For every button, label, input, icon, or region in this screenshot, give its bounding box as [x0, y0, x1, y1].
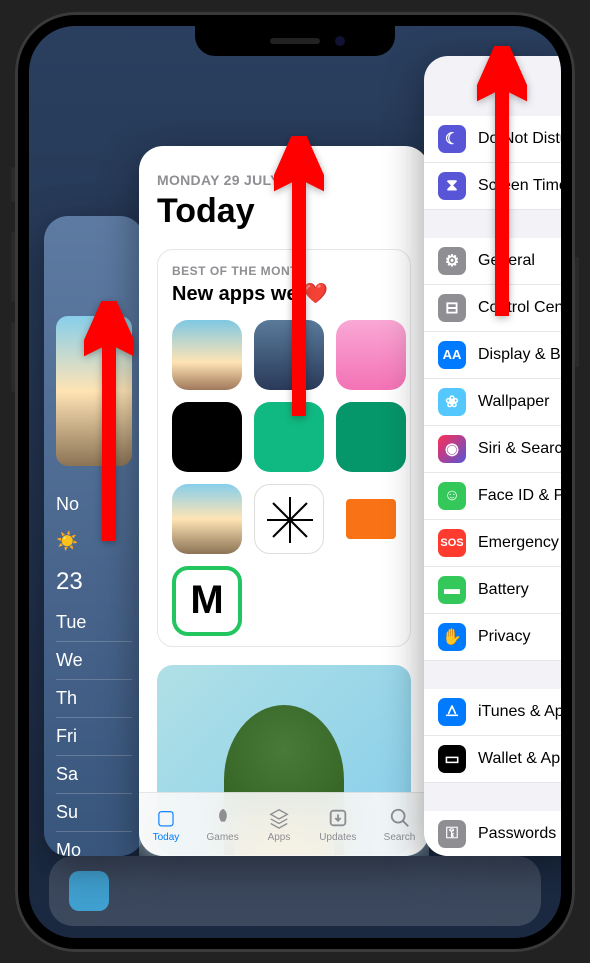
weather-day: Tue — [56, 604, 132, 642]
tab-games[interactable]: Games — [207, 806, 239, 843]
sos-icon: SOS — [438, 529, 466, 557]
settings-row-wallet[interactable]: ▭ Wallet & Apple Pay — [424, 736, 561, 783]
face-icon: ☺ — [438, 482, 466, 510]
download-icon — [325, 806, 351, 830]
app-tile[interactable] — [336, 484, 406, 554]
rocket-icon — [210, 806, 236, 830]
speaker-grille — [270, 38, 320, 44]
app-tile[interactable] — [336, 402, 406, 472]
settings-row-passwords[interactable]: ⚿ Passwords & Accounts — [424, 811, 561, 856]
settings-row-siri[interactable]: ◉ Siri & Search — [424, 426, 561, 473]
volume-up-button — [11, 232, 15, 302]
weather-day: We — [56, 642, 132, 680]
tab-apps[interactable]: Apps — [266, 806, 292, 843]
silence-switch — [11, 167, 15, 202]
text-size-icon: AA — [438, 341, 466, 369]
app-tile[interactable] — [172, 320, 242, 390]
key-icon: ⚿ — [438, 820, 466, 848]
app-tile-m[interactable]: M — [172, 566, 242, 636]
settings-row-emergency[interactable]: SOS Emergency SOS — [424, 520, 561, 567]
weather-day: Fri — [56, 718, 132, 756]
settings-group: iTunes & App Store ▭ Wallet & Apple Pay — [424, 689, 561, 783]
dock-app-icon — [69, 871, 109, 911]
settings-row-battery[interactable]: ▬ Battery — [424, 567, 561, 614]
iphone-frame: • • • • • • • • • • No ☀️ 23 Tue We Th F… — [15, 12, 575, 952]
appstore-tab-bar: ▢ Today Games Apps — [139, 792, 429, 856]
layers-icon — [266, 806, 292, 830]
app-tile[interactable] — [172, 484, 242, 554]
settings-row-privacy[interactable]: ✋ Privacy — [424, 614, 561, 661]
app-tile[interactable] — [254, 484, 324, 554]
moon-icon: ☾ — [438, 125, 466, 153]
appstore-icon — [438, 698, 466, 726]
weather-day: Su — [56, 794, 132, 832]
hourglass-icon: ⧗ — [438, 172, 466, 200]
app-tile[interactable] — [172, 402, 242, 472]
settings-group: ⚿ Passwords & Accounts — [424, 811, 561, 856]
settings-row-itunes[interactable]: iTunes & App Store — [424, 689, 561, 736]
wallet-icon: ▭ — [438, 745, 466, 773]
weather-day: Th — [56, 680, 132, 718]
weather-day: Sa — [56, 756, 132, 794]
tab-search[interactable]: Search — [384, 806, 416, 843]
notch — [195, 26, 395, 56]
swipe-up-arrow — [84, 301, 134, 546]
settings-row-wallpaper[interactable]: ❀ Wallpaper — [424, 379, 561, 426]
hand-icon: ✋ — [438, 623, 466, 651]
tab-updates[interactable]: Updates — [319, 806, 356, 843]
search-icon — [387, 806, 413, 830]
today-icon: ▢ — [153, 806, 179, 830]
weather-day: Mo — [56, 832, 132, 856]
swipe-up-arrow — [274, 136, 324, 421]
power-button — [575, 257, 579, 367]
settings-separator — [424, 783, 561, 811]
front-camera — [335, 36, 345, 46]
weather-temperature: 23 — [56, 560, 132, 604]
home-dock — [49, 856, 541, 926]
switches-icon: ⊟ — [438, 294, 466, 322]
settings-row-display[interactable]: AA Display & Brightness — [424, 332, 561, 379]
flower-icon: ❀ — [438, 388, 466, 416]
swipe-up-arrow — [477, 46, 527, 321]
settings-row-faceid[interactable]: ☺ Face ID & Passcode — [424, 473, 561, 520]
phone-screen: • • • • • • • • • • No ☀️ 23 Tue We Th F… — [29, 26, 561, 938]
gear-icon: ⚙ — [438, 247, 466, 275]
siri-icon: ◉ — [438, 435, 466, 463]
volume-down-button — [11, 322, 15, 392]
app-tile[interactable] — [336, 320, 406, 390]
tab-today[interactable]: ▢ Today — [153, 806, 180, 843]
battery-icon: ▬ — [438, 576, 466, 604]
settings-separator — [424, 661, 561, 689]
